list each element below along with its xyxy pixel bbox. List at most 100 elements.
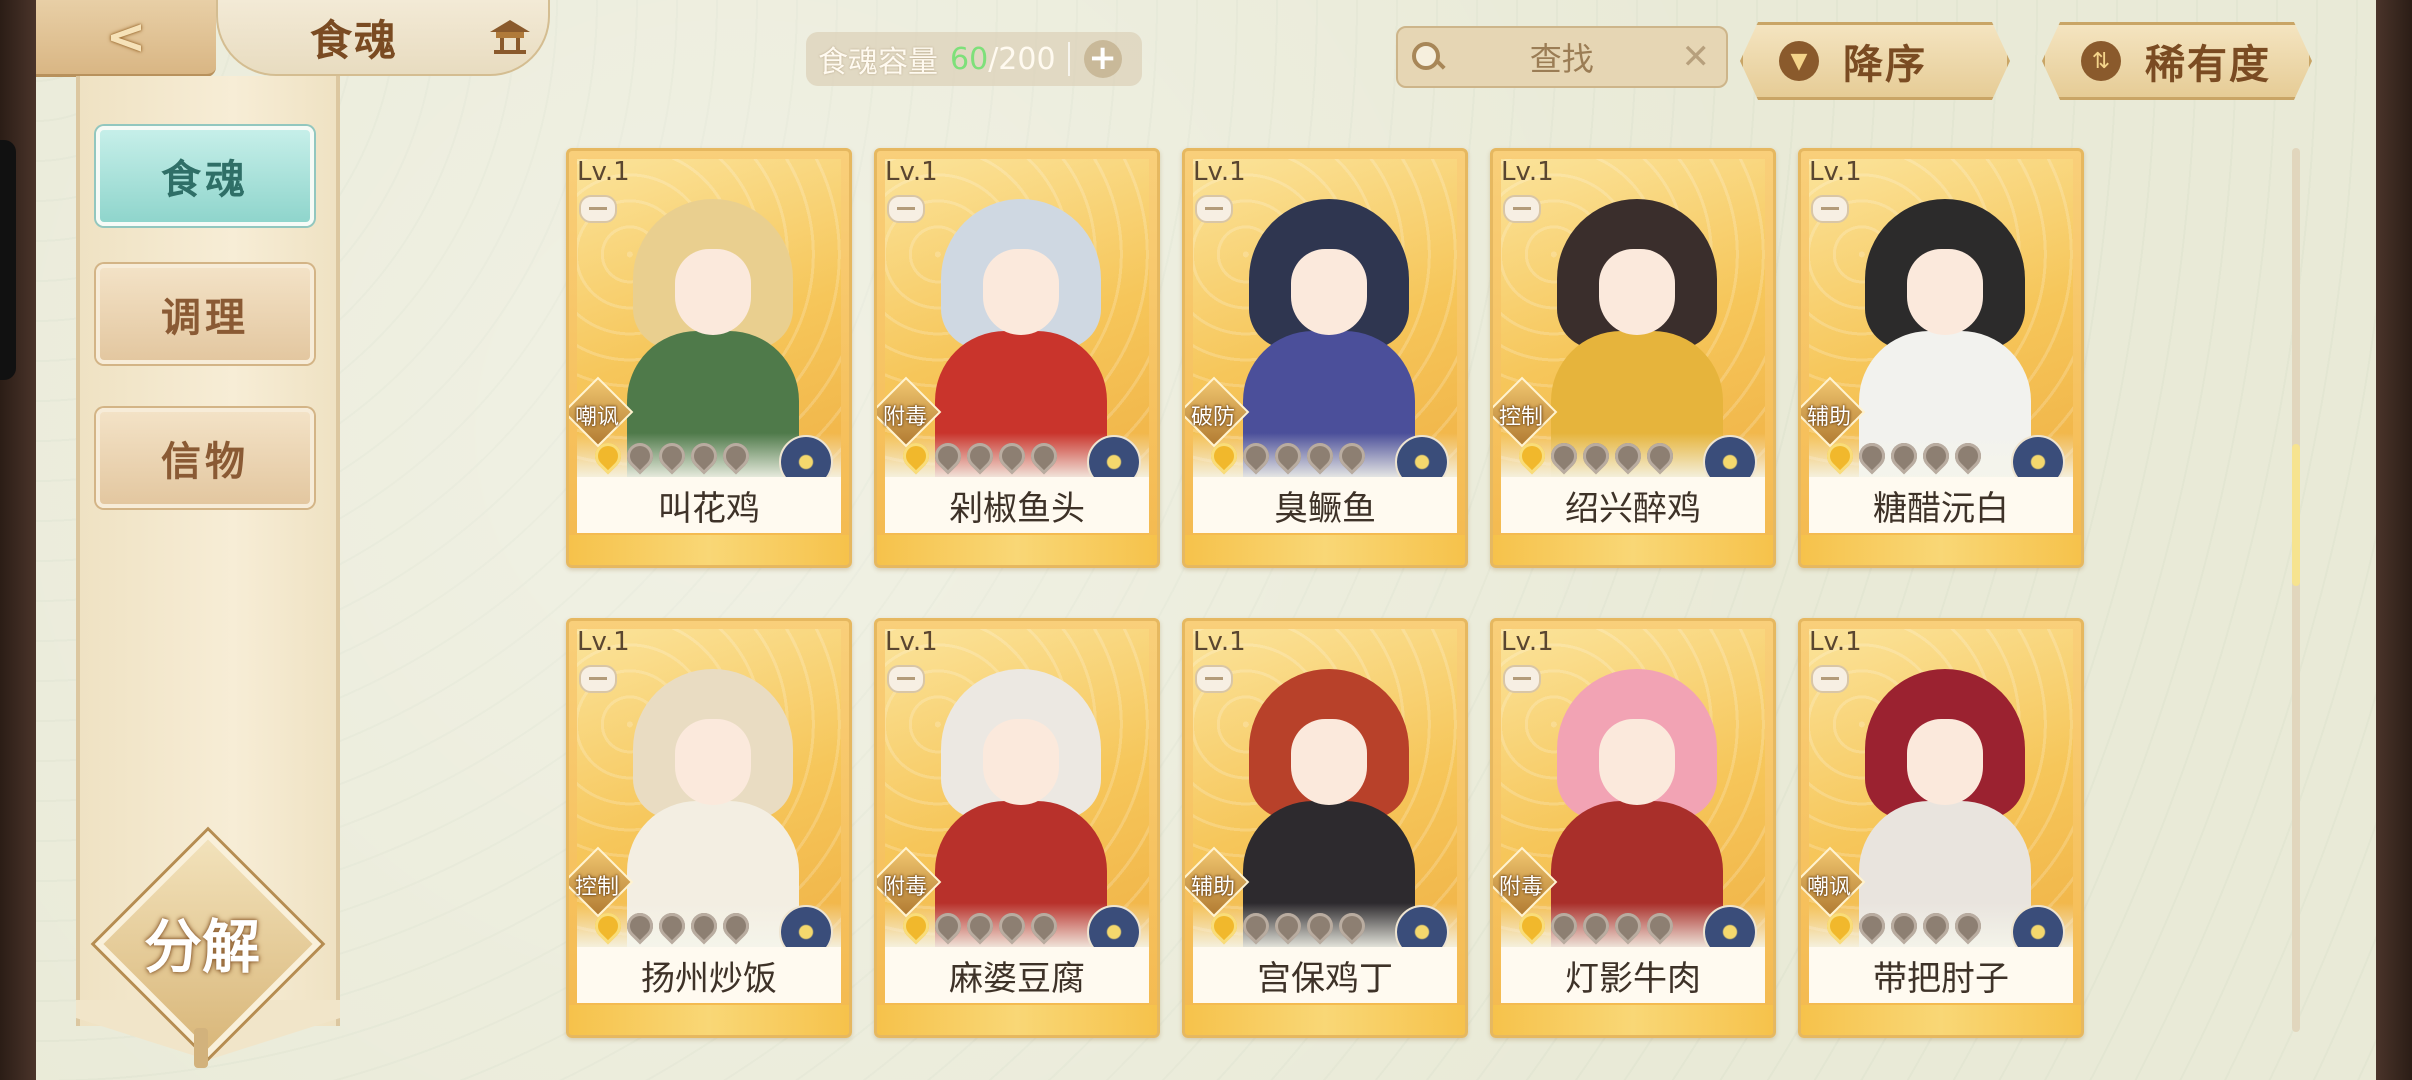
lock-icon[interactable]: [1195, 195, 1233, 223]
card-footer: [877, 1005, 1157, 1035]
star-flame-icon: [1609, 437, 1647, 475]
sort-order-label: 降序: [1843, 42, 1927, 88]
character-face: [1291, 249, 1367, 335]
sort-key-label: 稀有度: [2145, 42, 2271, 88]
role-badge: 附毒: [877, 846, 942, 918]
food-soul-card[interactable]: Lv.1 嘲讽 带把肘子: [1798, 618, 2084, 1038]
capacity-max: /200: [988, 41, 1056, 77]
scrollbar-track[interactable]: [2292, 148, 2300, 1032]
descending-icon: ▼: [1779, 41, 1819, 81]
food-soul-card[interactable]: Lv.1 附毒 麻婆豆腐: [874, 618, 1160, 1038]
clear-search-icon[interactable]: ✕: [1682, 37, 1711, 77]
star-flame-icon: [1853, 907, 1891, 945]
role-badge: 破防: [1185, 376, 1250, 448]
star-flame-icon: [961, 907, 999, 945]
pavilion-icon[interactable]: [486, 16, 534, 56]
food-soul-card[interactable]: Lv.1 控制 扬州炒饭: [566, 618, 852, 1038]
food-soul-card[interactable]: Lv.1 附毒 灯影牛肉: [1490, 618, 1776, 1038]
level-label: Lv.1: [885, 157, 938, 187]
role-label: 辅助: [1806, 405, 1851, 430]
level-label: Lv.1: [577, 157, 630, 187]
sort-order-button[interactable]: ▼ 降序: [1740, 22, 2010, 100]
character-face: [983, 249, 1059, 335]
card-footer: [877, 535, 1157, 565]
page-title: 食魂: [310, 15, 399, 65]
character-face: [1907, 249, 1983, 335]
lock-icon[interactable]: [579, 665, 617, 693]
character-face: [1599, 249, 1675, 335]
food-soul-card[interactable]: Lv.1 破防 臭鳜鱼: [1182, 148, 1468, 568]
lock-icon[interactable]: [1811, 665, 1849, 693]
character-face: [675, 249, 751, 335]
lock-icon[interactable]: [1811, 195, 1849, 223]
role-badge: 控制: [569, 846, 634, 918]
star-flame-icon: [1333, 907, 1371, 945]
role-label: 附毒: [1498, 875, 1543, 900]
card-footer: [1185, 535, 1465, 565]
star-flame-icon: [1577, 907, 1615, 945]
star-flame-icon: [1949, 907, 1987, 945]
star-flame-icon: [961, 437, 999, 475]
title-plate: 食魂: [216, 0, 550, 76]
star-flame-icon: [1545, 437, 1583, 475]
level-label: Lv.1: [1809, 627, 1862, 657]
search-icon: [1412, 42, 1442, 72]
role-label: 附毒: [882, 405, 927, 430]
food-soul-card[interactable]: Lv.1 辅助 糖醋沅白: [1798, 148, 2084, 568]
card-footer: [1493, 1005, 1773, 1035]
sort-key-button[interactable]: ⇅ 稀有度: [2042, 22, 2312, 100]
star-flame-icon: [1237, 437, 1275, 475]
role-label: 破防: [1190, 405, 1235, 430]
character-face: [1599, 719, 1675, 805]
card-footer: [1801, 1005, 2081, 1035]
star-flame-icon: [1917, 907, 1955, 945]
star-flame-icon: [1301, 907, 1339, 945]
capacity-current: 60: [950, 41, 989, 77]
card-footer: [569, 535, 849, 565]
card-name: 麻婆豆腐: [885, 947, 1149, 1003]
star-flame-icon: [1025, 437, 1063, 475]
food-soul-card[interactable]: Lv.1 附毒 剁椒鱼头: [874, 148, 1160, 568]
lock-icon[interactable]: [1503, 665, 1541, 693]
character-face: [1907, 719, 1983, 805]
star-flame-icon: [1885, 907, 1923, 945]
star-flame-icon: [621, 437, 659, 475]
food-soul-card[interactable]: Lv.1 辅助 宫保鸡丁: [1182, 618, 1468, 1038]
card-name: 宫保鸡丁: [1193, 947, 1457, 1003]
star-flame-icon: [993, 907, 1031, 945]
star-flame-icon: [621, 907, 659, 945]
search-input[interactable]: 查找: [1442, 34, 1682, 80]
phone-notch: [0, 140, 16, 380]
food-soul-card[interactable]: Lv.1 嘲讽 叫花鸡: [566, 148, 852, 568]
back-arrow-icon: <: [105, 9, 147, 65]
lock-icon[interactable]: [1503, 195, 1541, 223]
lock-icon[interactable]: [579, 195, 617, 223]
tab-food-souls[interactable]: 食魂: [96, 126, 314, 226]
food-soul-grid: Lv.1 嘲讽 叫花鸡 Lv.1 附毒 剁椒鱼头 Lv.1 破防 臭鳜鱼 Lv.…: [566, 148, 2086, 1038]
lock-icon[interactable]: [1195, 665, 1233, 693]
decompose-label[interactable]: 分解: [116, 900, 288, 984]
scrollbar-thumb[interactable]: [2292, 444, 2300, 586]
lock-icon[interactable]: [887, 665, 925, 693]
capacity-divider: [1067, 42, 1070, 76]
role-badge: 嘲讽: [569, 376, 634, 448]
tab-cuisine[interactable]: 调理: [96, 264, 314, 364]
tab-tokens[interactable]: 信物: [96, 408, 314, 508]
lock-icon[interactable]: [887, 195, 925, 223]
food-soul-card[interactable]: Lv.1 控制 绍兴醉鸡: [1490, 148, 1776, 568]
role-label: 附毒: [882, 875, 927, 900]
star-flame-icon: [1237, 907, 1275, 945]
card-name: 灯影牛肉: [1501, 947, 1765, 1003]
role-badge: 附毒: [1493, 846, 1558, 918]
search-box[interactable]: 查找 ✕: [1396, 26, 1728, 88]
add-capacity-button[interactable]: +: [1083, 40, 1122, 78]
character-face: [675, 719, 751, 805]
role-label: 控制: [1498, 405, 1543, 430]
star-flame-icon: [717, 437, 755, 475]
level-label: Lv.1: [885, 627, 938, 657]
back-button[interactable]: <: [36, 0, 216, 77]
star-flame-icon: [1641, 437, 1679, 475]
level-label: Lv.1: [1501, 627, 1554, 657]
star-flame-icon: [653, 907, 691, 945]
star-flame-icon: [1301, 437, 1339, 475]
